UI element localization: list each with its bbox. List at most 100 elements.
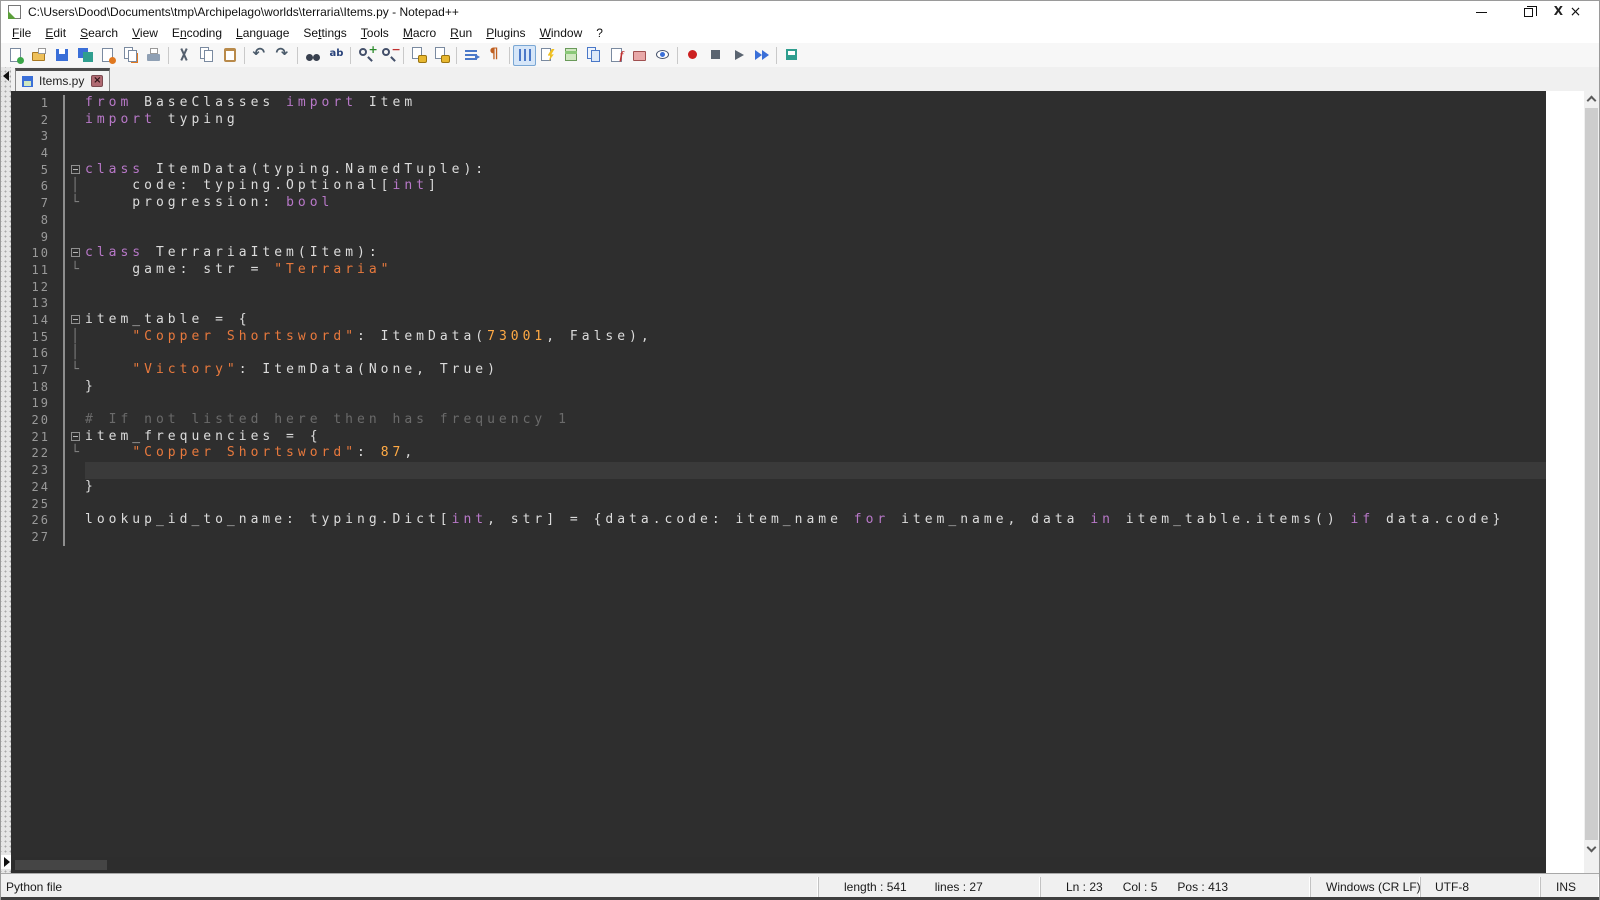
document-map-button[interactable] — [559, 45, 582, 66]
rail-expand-right-icon[interactable] — [1, 855, 11, 869]
line-text[interactable] — [85, 395, 1546, 412]
save-file-button[interactable] — [50, 45, 73, 66]
line-text[interactable] — [85, 279, 1546, 296]
current-line-text[interactable] — [85, 462, 1546, 479]
macro-run-multiple-button[interactable] — [750, 45, 773, 66]
scroll-down-icon[interactable] — [1587, 843, 1597, 853]
macro-play-button[interactable] — [727, 45, 750, 66]
minimize-button[interactable] — [1458, 1, 1505, 23]
document-list-button[interactable] — [582, 45, 605, 66]
line-text[interactable] — [85, 295, 1546, 312]
fold-margin-marker[interactable] — [63, 429, 85, 446]
find-button[interactable] — [301, 45, 324, 66]
menu-plugins[interactable]: Plugins — [479, 24, 532, 42]
line-text[interactable] — [85, 529, 1546, 546]
line-text[interactable] — [85, 145, 1546, 162]
function-completion-button[interactable] — [536, 45, 559, 66]
line-text[interactable]: progression: bool — [85, 195, 1546, 212]
toolbar-separator — [509, 47, 510, 64]
fold-margin-marker[interactable] — [63, 245, 85, 262]
sync-vertical-scroll-button[interactable] — [407, 45, 430, 66]
code-editor[interactable]: 1from BaseClasses import Item2import typ… — [11, 91, 1546, 857]
status-encoding[interactable]: UTF-8 — [1421, 877, 1541, 897]
close-all-button[interactable] — [119, 45, 142, 66]
menu-settings[interactable]: Settings — [296, 24, 353, 42]
show-indent-guide-button[interactable] — [513, 45, 536, 66]
line-text[interactable]: item_frequencies = { — [85, 429, 1546, 446]
horizontal-scrollbar-thumb[interactable] — [15, 860, 107, 870]
vertical-scrollbar[interactable] — [1584, 91, 1599, 857]
menu-search[interactable]: Search — [73, 24, 125, 42]
menubar-close-icon[interactable]: X — [1554, 4, 1563, 18]
sync-horizontal-scroll-button[interactable] — [430, 45, 453, 66]
menu-window[interactable]: Window — [533, 24, 590, 42]
new-file-button[interactable] — [4, 45, 27, 66]
cut-button[interactable] — [172, 45, 195, 66]
line-text[interactable]: import typing — [85, 112, 1546, 129]
line-text[interactable]: game: str = "Terraria" — [85, 262, 1546, 279]
menu-language[interactable]: Language — [229, 24, 296, 42]
line-text[interactable]: lookup_id_to_name: typing.Dict[int, str]… — [85, 512, 1546, 529]
function-list-button[interactable] — [605, 45, 628, 66]
status-insert-mode[interactable]: INS — [1541, 877, 1599, 897]
line-text[interactable]: item_table = { — [85, 312, 1546, 329]
status-eol-format[interactable]: Windows (CR LF) — [1311, 877, 1421, 897]
line-text[interactable]: from BaseClasses import Item — [85, 95, 1546, 112]
macro-stop-button[interactable] — [704, 45, 727, 66]
menu-macro[interactable]: Macro — [396, 24, 443, 42]
fold-collapse-icon[interactable] — [71, 165, 80, 174]
line-text[interactable]: class TerrariaItem(Item): — [85, 245, 1546, 262]
line-text[interactable]: "Victory": ItemData(None, True) — [85, 362, 1546, 379]
code-line-6: 6│ code: typing.Optional[int] — [11, 178, 1546, 195]
print-button[interactable] — [142, 45, 165, 66]
menu-file[interactable]: File — [5, 24, 38, 42]
zoom-in-button[interactable] — [354, 45, 377, 66]
line-text[interactable]: "Copper Shortsword": 87, — [85, 445, 1546, 462]
folder-as-workspace-button[interactable] — [628, 45, 651, 66]
restore-button[interactable] — [1505, 1, 1552, 23]
macro-record-button[interactable] — [681, 45, 704, 66]
show-all-characters-button[interactable] — [483, 45, 506, 66]
line-text[interactable]: class ItemData(typing.NamedTuple): — [85, 162, 1546, 179]
menu-help[interactable]: ? — [589, 24, 610, 42]
line-text[interactable] — [85, 345, 1546, 362]
line-text[interactable] — [85, 496, 1546, 513]
scroll-up-icon[interactable] — [1587, 96, 1597, 106]
redo-button[interactable] — [271, 45, 294, 66]
save-all-button[interactable] — [73, 45, 96, 66]
dock-splitter-rail[interactable] — [1, 67, 11, 873]
copy-button[interactable] — [195, 45, 218, 66]
vertical-scrollbar-thumb[interactable] — [1585, 108, 1598, 840]
monitoring-button[interactable] — [651, 45, 674, 66]
tab-close-icon[interactable]: × — [91, 75, 103, 87]
line-text[interactable]: } — [85, 379, 1546, 396]
line-text[interactable] — [85, 212, 1546, 229]
line-text[interactable] — [85, 229, 1546, 246]
line-text[interactable]: } — [85, 479, 1546, 496]
macro-save-button[interactable] — [780, 45, 803, 66]
zoom-out-button[interactable] — [377, 45, 400, 66]
menu-run[interactable]: Run — [443, 24, 479, 42]
horizontal-scrollbar[interactable] — [11, 857, 1546, 873]
fold-collapse-icon[interactable] — [71, 315, 80, 324]
fold-collapse-icon[interactable] — [71, 248, 80, 257]
fold-collapse-icon[interactable] — [71, 432, 80, 441]
menu-tools[interactable]: Tools — [354, 24, 396, 42]
rail-collapse-left-icon[interactable] — [3, 71, 9, 81]
line-text[interactable]: code: typing.Optional[int] — [85, 178, 1546, 195]
open-file-button[interactable] — [27, 45, 50, 66]
fold-margin-marker[interactable] — [63, 162, 85, 179]
menu-edit[interactable]: Edit — [38, 24, 73, 42]
undo-button[interactable] — [248, 45, 271, 66]
line-text[interactable] — [85, 128, 1546, 145]
word-wrap-button[interactable] — [460, 45, 483, 66]
tab-items-py[interactable]: Items.py × — [15, 68, 110, 91]
paste-button[interactable] — [218, 45, 241, 66]
replace-button[interactable] — [324, 45, 347, 66]
fold-margin-marker[interactable] — [63, 312, 85, 329]
menu-encoding[interactable]: Encoding — [165, 24, 229, 42]
line-text[interactable]: "Copper Shortsword": ItemData(73001, Fal… — [85, 329, 1546, 346]
menu-view[interactable]: View — [125, 24, 165, 42]
close-file-button[interactable] — [96, 45, 119, 66]
line-text[interactable]: # If not listed here then has frequency … — [85, 412, 1546, 429]
